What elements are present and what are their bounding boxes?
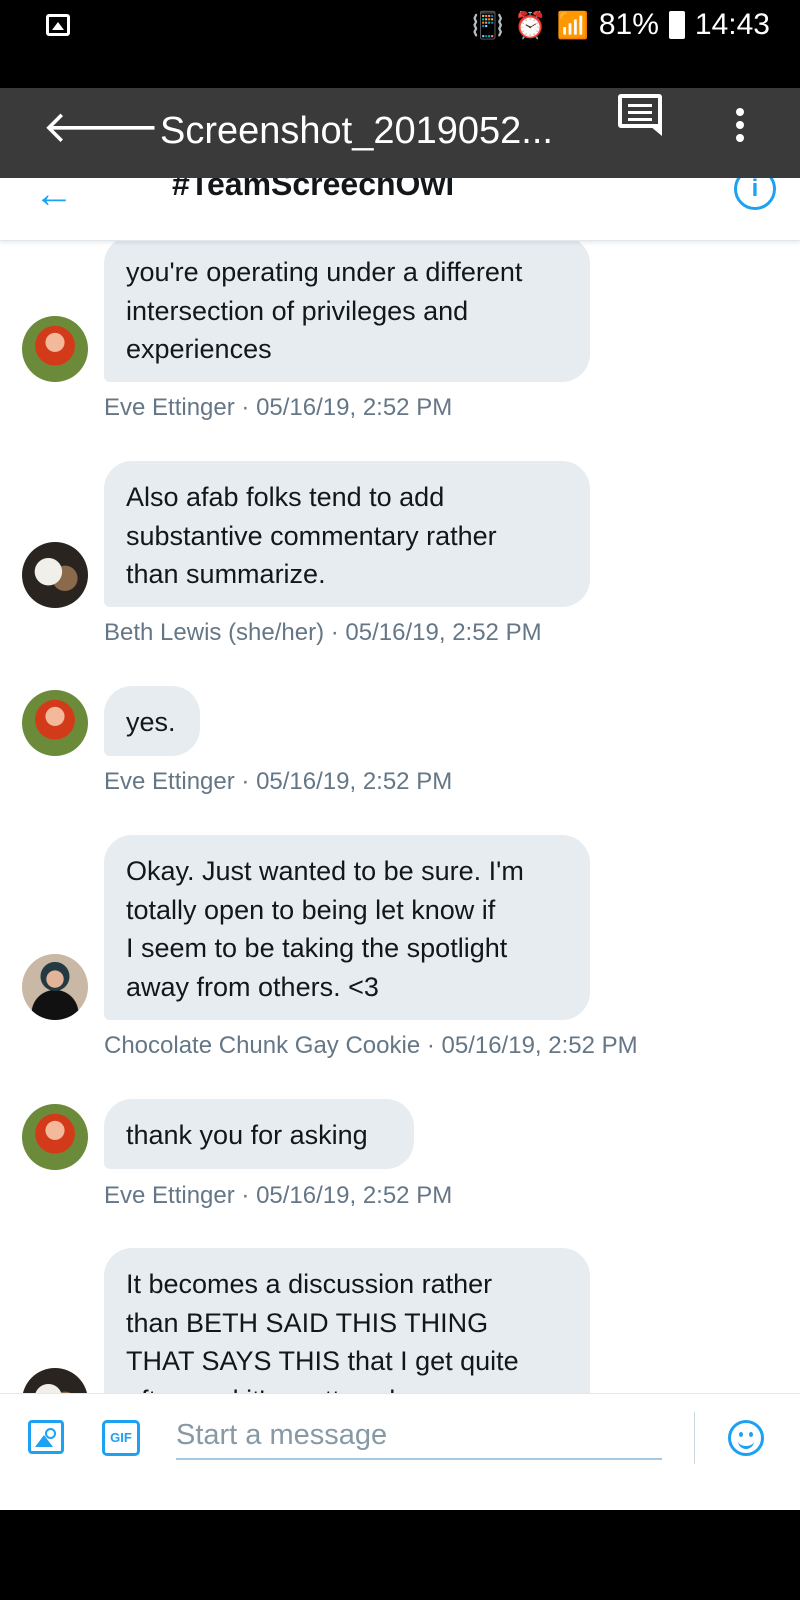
message-bubble: you're operating under a different inter… xyxy=(104,240,590,382)
avatar[interactable] xyxy=(22,690,88,756)
back-arrow-icon[interactable]: 🡐 xyxy=(42,106,160,150)
message-meta: Eve Ettinger · 05/16/19, 2:52 PM xyxy=(104,768,453,795)
battery-percent: 81% xyxy=(598,8,659,41)
message-meta: Beth Lewis (she/her) · 05/16/19, 2:52 PM xyxy=(104,619,542,646)
message-composer: GIF xyxy=(0,1393,800,1482)
alarm-icon: ⏰ xyxy=(514,9,547,40)
back-icon[interactable]: ← xyxy=(34,178,74,217)
message-bubble: Okay. Just wanted to be sure. I'm totall… xyxy=(104,835,590,1020)
image-icon[interactable] xyxy=(28,1420,64,1454)
emoji-icon[interactable] xyxy=(728,1420,764,1456)
status-icons: 📳 ⏰ 📶 81% 14:43 xyxy=(472,8,770,42)
system-navigation-bar xyxy=(0,1510,800,1600)
message-meta: Chocolate Chunk Gay Cookie · 05/16/19, 2… xyxy=(104,1032,638,1059)
image-viewer-toolbar: 🡐 Screenshot_2019052... xyxy=(0,88,800,178)
avatar[interactable] xyxy=(22,954,88,1020)
message-bubble: yes. xyxy=(104,686,200,756)
message-meta: Eve Ettinger · 05/16/19, 2:52 PM xyxy=(104,1182,453,1209)
dm-conversation: ← #TeamScreechOwl i you're operating und… xyxy=(0,178,800,1510)
comment-icon[interactable] xyxy=(618,94,662,136)
gallery-notification-icon xyxy=(46,14,70,36)
more-options-icon[interactable] xyxy=(736,100,746,150)
info-icon[interactable]: i xyxy=(734,178,776,210)
message-bubble: Also afab folks tend to add substantive … xyxy=(104,461,590,607)
viewer-title: Screenshot_2019052... xyxy=(160,110,553,152)
avatar[interactable] xyxy=(22,316,88,382)
gif-button[interactable]: GIF xyxy=(102,1420,140,1456)
signal-icon: 📶 xyxy=(556,9,589,40)
divider xyxy=(694,1412,695,1464)
message-input[interactable] xyxy=(176,1412,662,1460)
conversation-title: #TeamScreechOwl xyxy=(172,178,455,202)
message-bubble: It becomes a discussion rather than BETH… xyxy=(104,1248,590,1416)
message-bubble: thank you for asking xyxy=(104,1099,414,1169)
battery-icon xyxy=(668,11,685,39)
vibrate-icon: 📳 xyxy=(471,9,505,40)
message-list[interactable]: you're operating under a different inter… xyxy=(0,240,800,1416)
avatar[interactable] xyxy=(22,1104,88,1170)
message-meta: Eve Ettinger · 05/16/19, 2:52 PM xyxy=(104,394,453,421)
conversation-header: ← #TeamScreechOwl i xyxy=(0,178,800,241)
clock: 14:43 xyxy=(694,8,770,41)
system-status-bar: 📳 ⏰ 📶 81% 14:43 xyxy=(0,0,800,88)
avatar[interactable] xyxy=(22,542,88,608)
